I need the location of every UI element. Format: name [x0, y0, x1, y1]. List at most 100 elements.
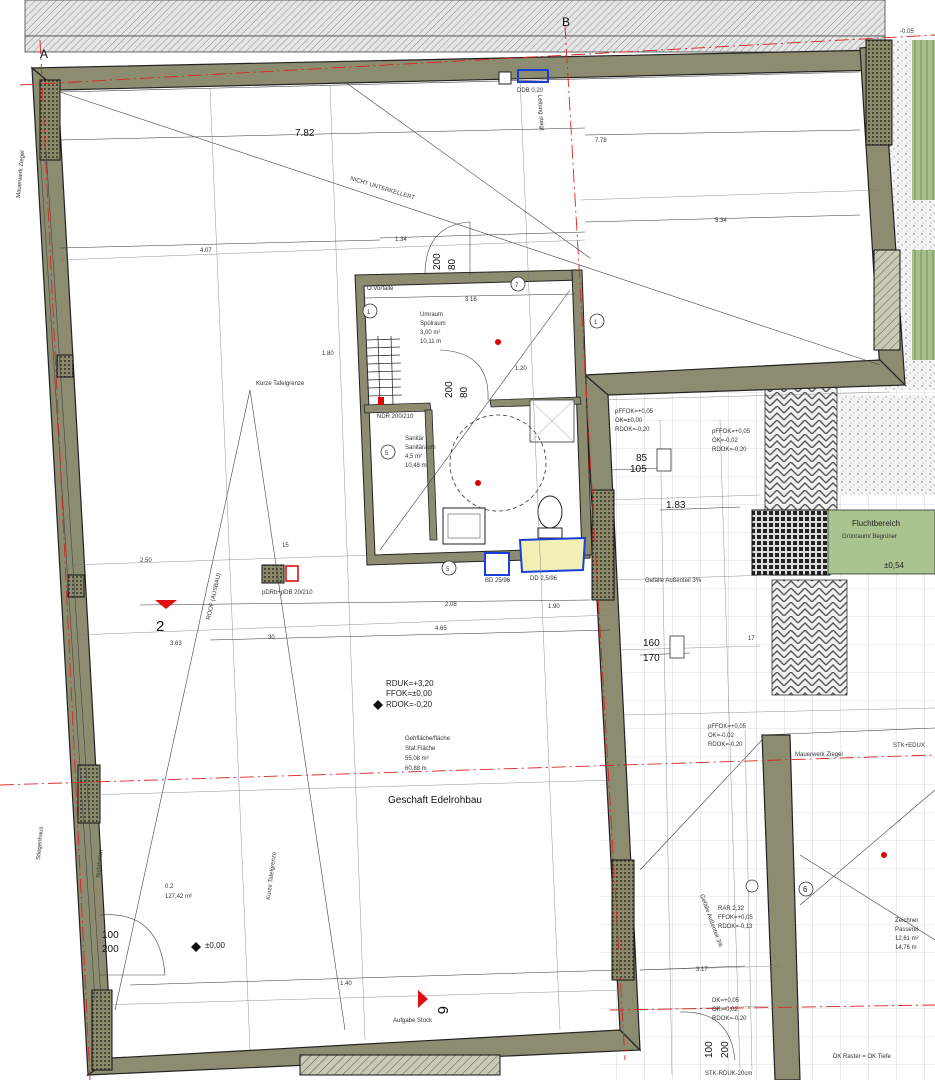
diagonal-top-area-2	[344, 81, 591, 259]
pillar-right-3	[591, 489, 615, 601]
diagonal-room-a	[114, 389, 251, 1011]
label-misc-1: O.Vorfälle	[367, 286, 394, 292]
label-misc-3: BD 25/96	[485, 578, 511, 584]
red-dot-2	[881, 852, 887, 858]
sanitar-line-2: 4,5 m²	[405, 454, 422, 460]
label-okc-1: pFFOK=+0,05	[708, 724, 747, 730]
section-label-2: 2	[156, 618, 164, 635]
dim-d1: 7.78	[595, 138, 607, 144]
main-area-label: Gehfläche/fläche	[405, 736, 451, 742]
dim-top-width: 7.82	[295, 128, 315, 139]
door-bottom-left-width: 100	[102, 930, 119, 941]
label-masonry-right: Mauerwerk Ziegel	[795, 752, 843, 758]
window-label-170: 170	[643, 653, 660, 664]
door-bottom-left-height: 200	[102, 944, 119, 955]
label-misc-4: NDR 200/210	[377, 414, 414, 420]
num-15: 15	[282, 543, 289, 549]
circled-number-7	[745, 879, 759, 893]
fluchtbereich-sub: Grünraum/ Begrüner	[842, 534, 897, 540]
dim-d8: 1.83	[666, 500, 686, 511]
toilet	[537, 495, 563, 529]
label-kurze-tafelgrenze-v: Kurze Tafelgrenze	[266, 851, 278, 900]
label-pr: pDRb+pDB 20/210	[262, 590, 313, 596]
label-gefalle-1: Gefälle Außenteil 3%	[645, 578, 702, 584]
dim-d6: 1.80	[322, 351, 334, 357]
room6-line-2: 12,61 m²	[895, 936, 919, 942]
dim-d4: 1.34	[395, 237, 407, 243]
main-small-1: Stat.Fläche	[405, 746, 436, 752]
dim-d13: 2.50	[140, 558, 152, 564]
blue-element-small	[498, 71, 512, 85]
umraum-name: Umraum	[420, 312, 443, 318]
window-label-105: 105	[630, 464, 647, 475]
label-kurze-tafelgrenze: Kurze Tafelgrenze	[256, 381, 305, 387]
toilet-tank	[537, 527, 563, 539]
main-small-3: 60,88 m	[405, 766, 427, 772]
fluchtbereich-level: ±0,54	[884, 561, 905, 570]
core-inner-wall-2	[424, 409, 438, 541]
pillar-right-4	[611, 859, 635, 981]
dim-d7: 1.20	[515, 366, 527, 372]
dim-d9: 2.08	[445, 602, 457, 608]
chevron-paving-1	[764, 384, 838, 511]
label-ok-1: pFFOK=+0,05	[615, 409, 654, 415]
washbasin-inner	[447, 513, 481, 539]
window-box-2	[669, 635, 685, 659]
main-level-1: RDUK=+3,20	[386, 679, 434, 688]
section-label-6: 6	[434, 1006, 451, 1014]
main-small-2: 55,08 m²	[405, 756, 429, 762]
label-leitung: Leitung steigt	[536, 95, 544, 131]
label-okd-1: RAR 2,32	[718, 906, 745, 912]
label-okd-3: RDOK=-0,13	[718, 924, 753, 930]
core-inner-wall	[363, 402, 432, 414]
room6-name: Zeichner	[895, 918, 918, 924]
dim-d14: 3.17	[696, 967, 708, 973]
num-30: 30	[268, 635, 275, 641]
green-strip-right	[912, 40, 935, 200]
window-box-1	[656, 448, 672, 472]
label-okc-3: RDOK=-0,20	[708, 742, 743, 748]
label-oke-1: DK=+0,05	[712, 998, 740, 1004]
label-okb-2: OK=-0,02	[712, 438, 739, 444]
main-room-name: Geschaft Edelrohbau	[388, 795, 482, 806]
dim-d5: 3.16	[465, 297, 477, 303]
label-nicht-unterkellert: NICHT UNTERKELLERT	[349, 176, 415, 201]
gravel-area	[840, 395, 935, 495]
pillar-left-5	[91, 989, 113, 1071]
umraum-line-1: Spülraum	[420, 321, 446, 327]
label-ok-pillar: DK Raster = OK Tiefe	[833, 1054, 892, 1060]
red-dot-3	[495, 339, 501, 345]
exterior-wall-left	[31, 66, 113, 1077]
red-square-2	[378, 397, 384, 405]
label-okd-2: FFOK=+0,05	[718, 915, 753, 921]
sanitar-name: Sanitär	[405, 436, 424, 442]
window-label-85: 85	[636, 453, 648, 464]
label-misc-2: DD 2,5/96	[530, 576, 558, 582]
room6-line-1: Passerel	[895, 927, 918, 933]
window-label-160: 160	[643, 638, 660, 649]
door-top-width: 80	[447, 258, 458, 270]
label-oke-3: RDOK=-0,20	[712, 1016, 747, 1022]
pillar-bottom-1	[299, 1054, 501, 1076]
num-17: 17	[748, 636, 755, 642]
main-level-2: FFOK=±0,00	[386, 689, 433, 698]
door-umraum-height: 200	[444, 381, 455, 398]
main-level-3: RDOK=-0,20	[386, 700, 433, 709]
gully-grid	[751, 509, 831, 576]
label-sitz: Sichtbeton	[96, 849, 104, 878]
main-level-marker	[373, 700, 383, 710]
dim-d3: 4.07	[200, 248, 212, 254]
red-dot-1	[475, 480, 481, 486]
dim-d15: 1.40	[340, 981, 352, 987]
main-area-total: 127,42 m²	[165, 894, 192, 900]
section-marker-6	[418, 990, 428, 1008]
axis-label-b: B	[562, 15, 570, 29]
label-ok-2: OK=±0,00	[615, 418, 643, 424]
exterior-wall-top	[30, 49, 883, 91]
top-neighbour-strip-2	[24, 35, 886, 53]
label-oke-2: OK=-0,02	[712, 1007, 739, 1013]
sanitar-line-3: 10,48 m	[405, 463, 427, 469]
umraum-line-2: 3,00 m²	[420, 330, 440, 336]
dim-d12: 3.63	[170, 641, 182, 647]
label-stk-edux: STK+EDUX	[893, 743, 925, 749]
